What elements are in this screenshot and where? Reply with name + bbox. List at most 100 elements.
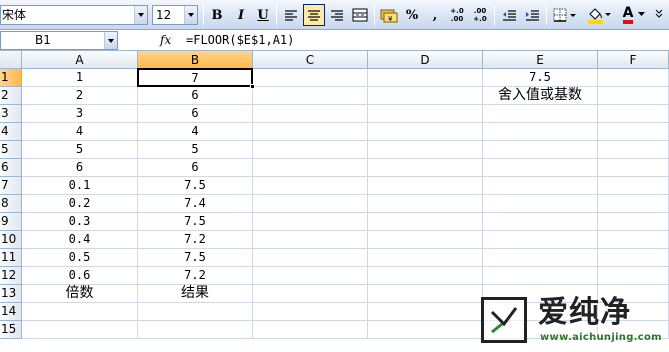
cell-d14[interactable] <box>368 303 483 321</box>
row-header-2[interactable]: 2 <box>0 87 22 105</box>
cell-a3[interactable]: 3 <box>22 105 138 123</box>
cell-e12[interactable] <box>483 267 598 285</box>
cell-e1[interactable]: 7.5 <box>483 69 598 87</box>
cell-b9[interactable]: 7.5 <box>138 213 253 231</box>
font-size-combo[interactable]: 12 <box>152 5 198 25</box>
row-header-11[interactable]: 11 <box>0 249 22 267</box>
cell-f10[interactable] <box>598 231 669 249</box>
decrease-indent-button[interactable] <box>498 4 520 26</box>
cell-b10[interactable]: 7.2 <box>138 231 253 249</box>
chevron-down-icon[interactable] <box>638 12 645 16</box>
cell-a7[interactable]: 0.1 <box>22 177 138 195</box>
cell-f7[interactable] <box>598 177 669 195</box>
currency-button[interactable]: ¥ <box>378 4 400 26</box>
cell-e10[interactable] <box>483 231 598 249</box>
cell-d13[interactable] <box>368 285 483 303</box>
cell-e3[interactable] <box>483 105 598 123</box>
cell-c13[interactable] <box>253 285 368 303</box>
cell-a6[interactable]: 6 <box>22 159 138 177</box>
row-header-3[interactable]: 3 <box>0 105 22 123</box>
cell-c10[interactable] <box>253 231 368 249</box>
cell-e2[interactable]: 舍入值或基数 <box>483 87 598 105</box>
cell-f1[interactable] <box>598 69 669 87</box>
cell-d15[interactable] <box>368 321 483 339</box>
cell-c15[interactable] <box>253 321 368 339</box>
cell-a4[interactable]: 4 <box>22 123 138 141</box>
cell-f5[interactable] <box>598 141 669 159</box>
row-header-5[interactable]: 5 <box>0 141 22 159</box>
cell-b8[interactable]: 7.4 <box>138 195 253 213</box>
increase-decimal-button[interactable]: +.0 .00 <box>446 4 468 26</box>
cell-a11[interactable]: 0.5 <box>22 249 138 267</box>
row-header-12[interactable]: 12 <box>0 267 22 285</box>
cell-d8[interactable] <box>368 195 483 213</box>
cell-a10[interactable]: 0.4 <box>22 231 138 249</box>
cell-f2[interactable] <box>598 87 669 105</box>
toolbar-options-button[interactable] <box>650 4 668 26</box>
cell-c12[interactable] <box>253 267 368 285</box>
cell-d3[interactable] <box>368 105 483 123</box>
cell-f12[interactable] <box>598 267 669 285</box>
cell-d11[interactable] <box>368 249 483 267</box>
cell-f4[interactable] <box>598 123 669 141</box>
cell-d7[interactable] <box>368 177 483 195</box>
cell-e6[interactable] <box>483 159 598 177</box>
font-name-combo[interactable]: 宋体 <box>0 5 148 25</box>
cell-a15[interactable] <box>22 321 138 339</box>
font-color-button[interactable]: A <box>617 4 647 26</box>
cell-b11[interactable]: 7.5 <box>138 249 253 267</box>
cell-b1[interactable]: 7 <box>137 68 253 87</box>
row-header-6[interactable]: 6 <box>0 159 22 177</box>
cell-f9[interactable] <box>598 213 669 231</box>
increase-indent-button[interactable] <box>521 4 543 26</box>
cell-b13[interactable]: 结果 <box>138 285 253 303</box>
row-header-7[interactable]: 7 <box>0 177 22 195</box>
insert-function-button[interactable]: fx <box>160 32 176 49</box>
cell-f6[interactable] <box>598 159 669 177</box>
cell-c9[interactable] <box>253 213 368 231</box>
cell-a9[interactable]: 0.3 <box>22 213 138 231</box>
bold-button[interactable]: B <box>206 4 228 26</box>
cell-b2[interactable]: 6 <box>138 87 253 105</box>
cell-e4[interactable] <box>483 123 598 141</box>
cell-f3[interactable] <box>598 105 669 123</box>
column-header-c[interactable]: C <box>253 51 368 69</box>
row-header-13[interactable]: 13 <box>0 285 22 303</box>
column-header-d[interactable]: D <box>368 51 483 69</box>
cell-c14[interactable] <box>253 303 368 321</box>
column-header-e[interactable]: E <box>483 51 598 69</box>
column-header-f[interactable]: F <box>598 51 669 69</box>
cell-d5[interactable] <box>368 141 483 159</box>
cell-a8[interactable]: 0.2 <box>22 195 138 213</box>
row-header-10[interactable]: 10 <box>0 231 22 249</box>
cell-a14[interactable] <box>22 303 138 321</box>
cell-b5[interactable]: 5 <box>138 141 253 159</box>
cell-d4[interactable] <box>368 123 483 141</box>
fill-handle[interactable] <box>250 84 255 89</box>
percent-button[interactable]: % <box>401 4 423 26</box>
cell-b3[interactable]: 6 <box>138 105 253 123</box>
formula-input[interactable]: =FLOOR($E$1,A1) <box>186 31 666 50</box>
cell-e9[interactable] <box>483 213 598 231</box>
cell-b4[interactable]: 4 <box>138 123 253 141</box>
name-box[interactable]: B1 <box>0 31 118 50</box>
italic-button[interactable]: I <box>230 4 252 26</box>
cell-c7[interactable] <box>253 177 368 195</box>
cell-d1[interactable] <box>368 69 483 87</box>
cell-d9[interactable] <box>368 213 483 231</box>
cell-c1[interactable] <box>253 69 368 87</box>
cell-a2[interactable]: 2 <box>22 87 138 105</box>
column-header-a[interactable]: A <box>22 51 138 69</box>
cell-b15[interactable] <box>138 321 253 339</box>
cell-a12[interactable]: 0.6 <box>22 267 138 285</box>
cell-a13[interactable]: 倍数 <box>22 285 138 303</box>
comma-style-button[interactable]: , <box>424 4 446 26</box>
cell-b14[interactable] <box>138 303 253 321</box>
cell-c4[interactable] <box>253 123 368 141</box>
cell-e11[interactable] <box>483 249 598 267</box>
row-header-9[interactable]: 9 <box>0 213 22 231</box>
cell-e5[interactable] <box>483 141 598 159</box>
cell-f11[interactable] <box>598 249 669 267</box>
cell-e7[interactable] <box>483 177 598 195</box>
chevron-down-icon[interactable] <box>134 6 147 24</box>
